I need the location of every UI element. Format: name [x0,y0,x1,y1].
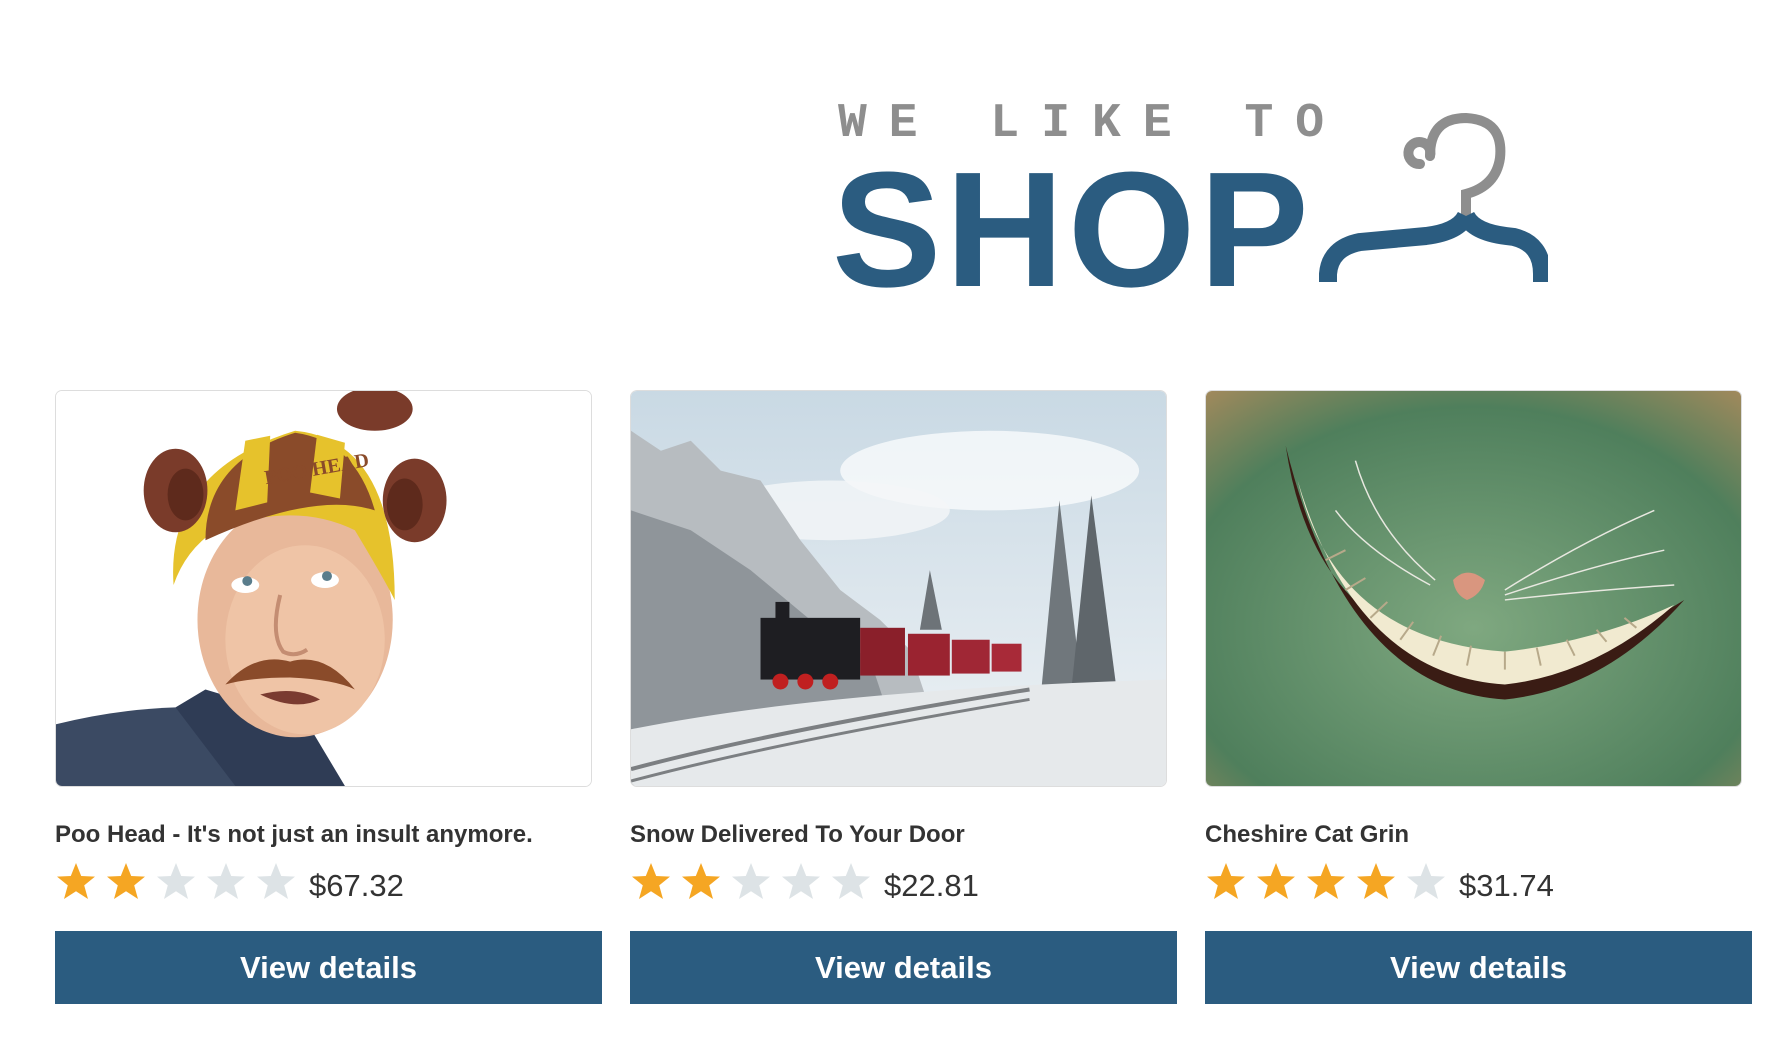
product-title[interactable]: Cheshire Cat Grin [1205,820,1752,850]
star-empty-icon [157,863,195,899]
star-empty-icon [832,863,870,899]
star-filled-icon [682,863,720,899]
star-filled-icon [57,863,95,899]
site-logo[interactable]: WE LIKE TO SHOP [832,96,1558,320]
rating-row: $67.32 [55,858,602,904]
snowy-train-image [631,391,1166,786]
product-card: Snow Delivered To Your Door $22.81 View … [630,390,1177,1004]
product-card: POO HEAD Poo Head - It's not just an ins… [55,390,602,1004]
star-rating [630,860,880,902]
man-poo-head-hat-image: POO HEAD [56,391,591,786]
star-empty-icon [782,863,820,899]
view-details-button[interactable]: View details [55,931,602,1004]
logo-word: SHOP [832,138,1313,321]
product-title[interactable]: Snow Delivered To Your Door [630,820,1177,850]
rating-row: $22.81 [630,858,1177,904]
star-filled-icon [1257,863,1295,899]
product-price: $31.74 [1459,868,1554,903]
product-price: $22.81 [884,868,979,903]
star-empty-icon [207,863,245,899]
product-image[interactable] [1205,390,1742,787]
product-card: Cheshire Cat Grin $31.74 View details [1205,390,1752,1004]
view-details-button[interactable]: View details [630,931,1177,1004]
star-filled-icon [1307,863,1345,899]
star-rating [1205,860,1455,902]
star-empty-icon [257,863,295,899]
star-filled-icon [1207,863,1245,899]
hanger-icon [1319,112,1548,282]
product-image[interactable] [630,390,1167,787]
cheshire-grin-image [1206,391,1741,786]
star-empty-icon [1407,863,1445,899]
product-title[interactable]: Poo Head - It's not just an insult anymo… [55,820,602,850]
star-rating [55,860,305,902]
product-price: $67.32 [309,868,404,903]
star-filled-icon [107,863,145,899]
star-empty-icon [732,863,770,899]
product-image[interactable]: POO HEAD [55,390,592,787]
rating-row: $31.74 [1205,858,1752,904]
star-filled-icon [1357,863,1395,899]
view-details-button[interactable]: View details [1205,931,1752,1004]
star-filled-icon [632,863,670,899]
